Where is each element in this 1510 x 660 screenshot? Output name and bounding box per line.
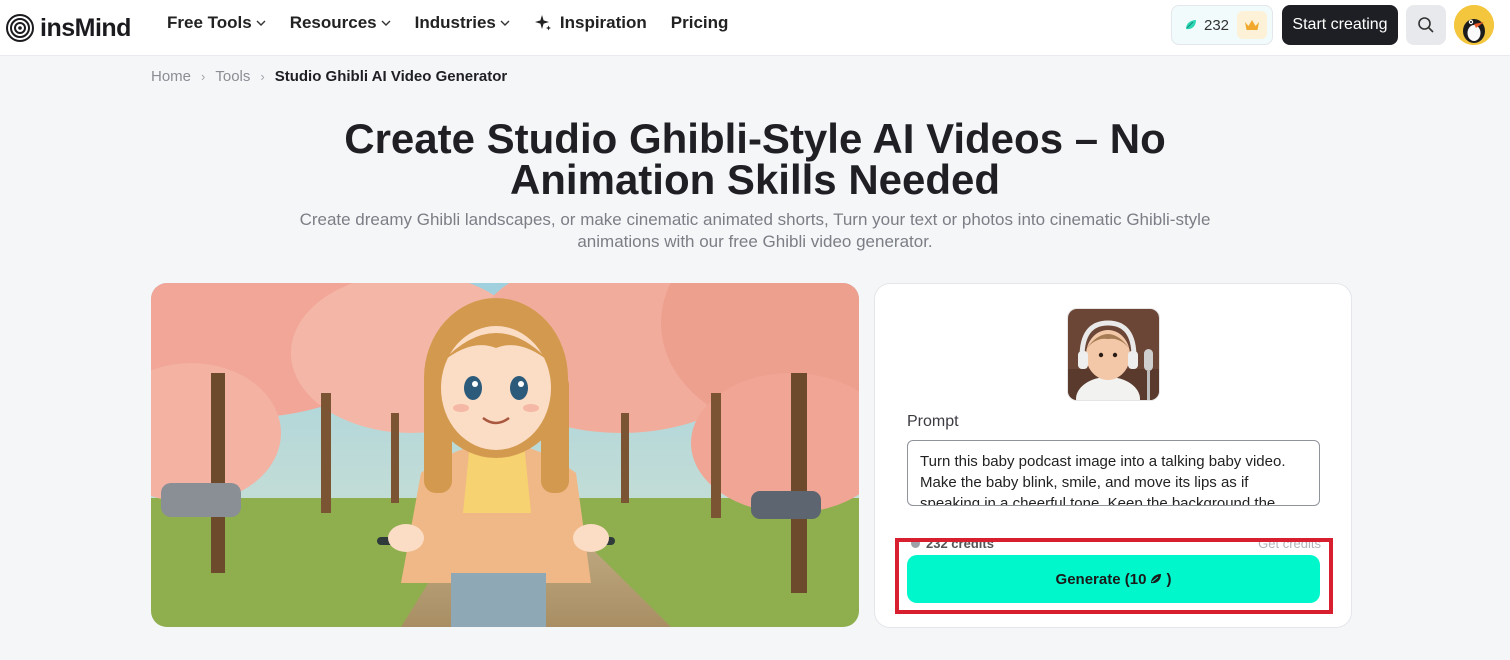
prompt-label: Prompt (907, 413, 959, 430)
avatar-image (1454, 5, 1494, 45)
search-icon (1418, 17, 1434, 33)
nav-resources[interactable]: Resources (290, 13, 391, 33)
breadcrumb-home[interactable]: Home (151, 68, 191, 85)
nav-industries[interactable]: Industries (415, 13, 510, 33)
preview-image (151, 283, 859, 627)
chevron-down-icon (500, 20, 510, 26)
credits-count: 232 (1204, 16, 1230, 34)
page-subtitle: Create dreamy Ghibli landscapes, or make… (0, 209, 1510, 253)
page-title-line: Create Studio Ghibli-Style AI Videos – N… (344, 115, 1166, 162)
nav-label: Industries (414, 13, 496, 32)
nav-free-tools[interactable]: Free Tools (167, 13, 266, 33)
breadcrumb-separator-icon: › (201, 69, 206, 84)
ghibli-girl-bicycle-illustration (151, 283, 859, 627)
prompt-textarea[interactable]: Turn this baby podcast image into a talk… (907, 440, 1320, 506)
page-subtitle-line: animations with our free Ghibli video ge… (577, 232, 933, 251)
top-header: insMind Free Tools Resources Industries … (0, 0, 1510, 56)
breadcrumb-current: Studio Ghibli AI Video Generator (274, 68, 508, 85)
start-creating-button[interactable]: Start creating (1282, 5, 1398, 45)
page-subtitle-line: Create dreamy Ghibli landscapes, or make… (299, 210, 1211, 229)
nav-label: Inspiration (559, 13, 647, 32)
credits-gem-icon (1186, 20, 1196, 30)
generate-highlight-box (895, 538, 1333, 614)
breadcrumb-tools[interactable]: Tools (215, 68, 250, 85)
baby-podcast-photo (1068, 309, 1159, 400)
breadcrumb-separator-icon: › (260, 69, 265, 84)
upgrade-button[interactable] (1237, 11, 1267, 39)
sparkle-icon (534, 15, 551, 31)
search-button[interactable] (1406, 5, 1446, 45)
nav-label: Pricing (670, 13, 729, 32)
main-nav: Free Tools Resources Industries Inspirat… (167, 0, 728, 46)
chevron-down-icon (256, 20, 266, 26)
nav-label: Resources (289, 13, 377, 32)
crown-icon (1245, 20, 1259, 30)
logo-icon (6, 14, 34, 42)
nav-label: Free Tools (167, 13, 252, 32)
user-avatar[interactable] (1454, 5, 1494, 45)
brand-name: insMind (40, 13, 131, 42)
page-title: Create Studio Ghibli-Style AI Videos – N… (0, 115, 1510, 203)
brand-logo[interactable]: insMind (6, 10, 131, 46)
breadcrumb: Home › Tools › Studio Ghibli AI Video Ge… (151, 68, 507, 85)
chevron-down-icon (381, 20, 391, 26)
nav-pricing[interactable]: Pricing (671, 13, 729, 33)
uploaded-image-thumbnail[interactable] (1067, 308, 1160, 401)
page-title-line: Animation Skills Needed (509, 156, 1001, 203)
credits-pill[interactable]: 232 (1171, 5, 1273, 45)
nav-inspiration[interactable]: Inspiration (534, 13, 647, 33)
